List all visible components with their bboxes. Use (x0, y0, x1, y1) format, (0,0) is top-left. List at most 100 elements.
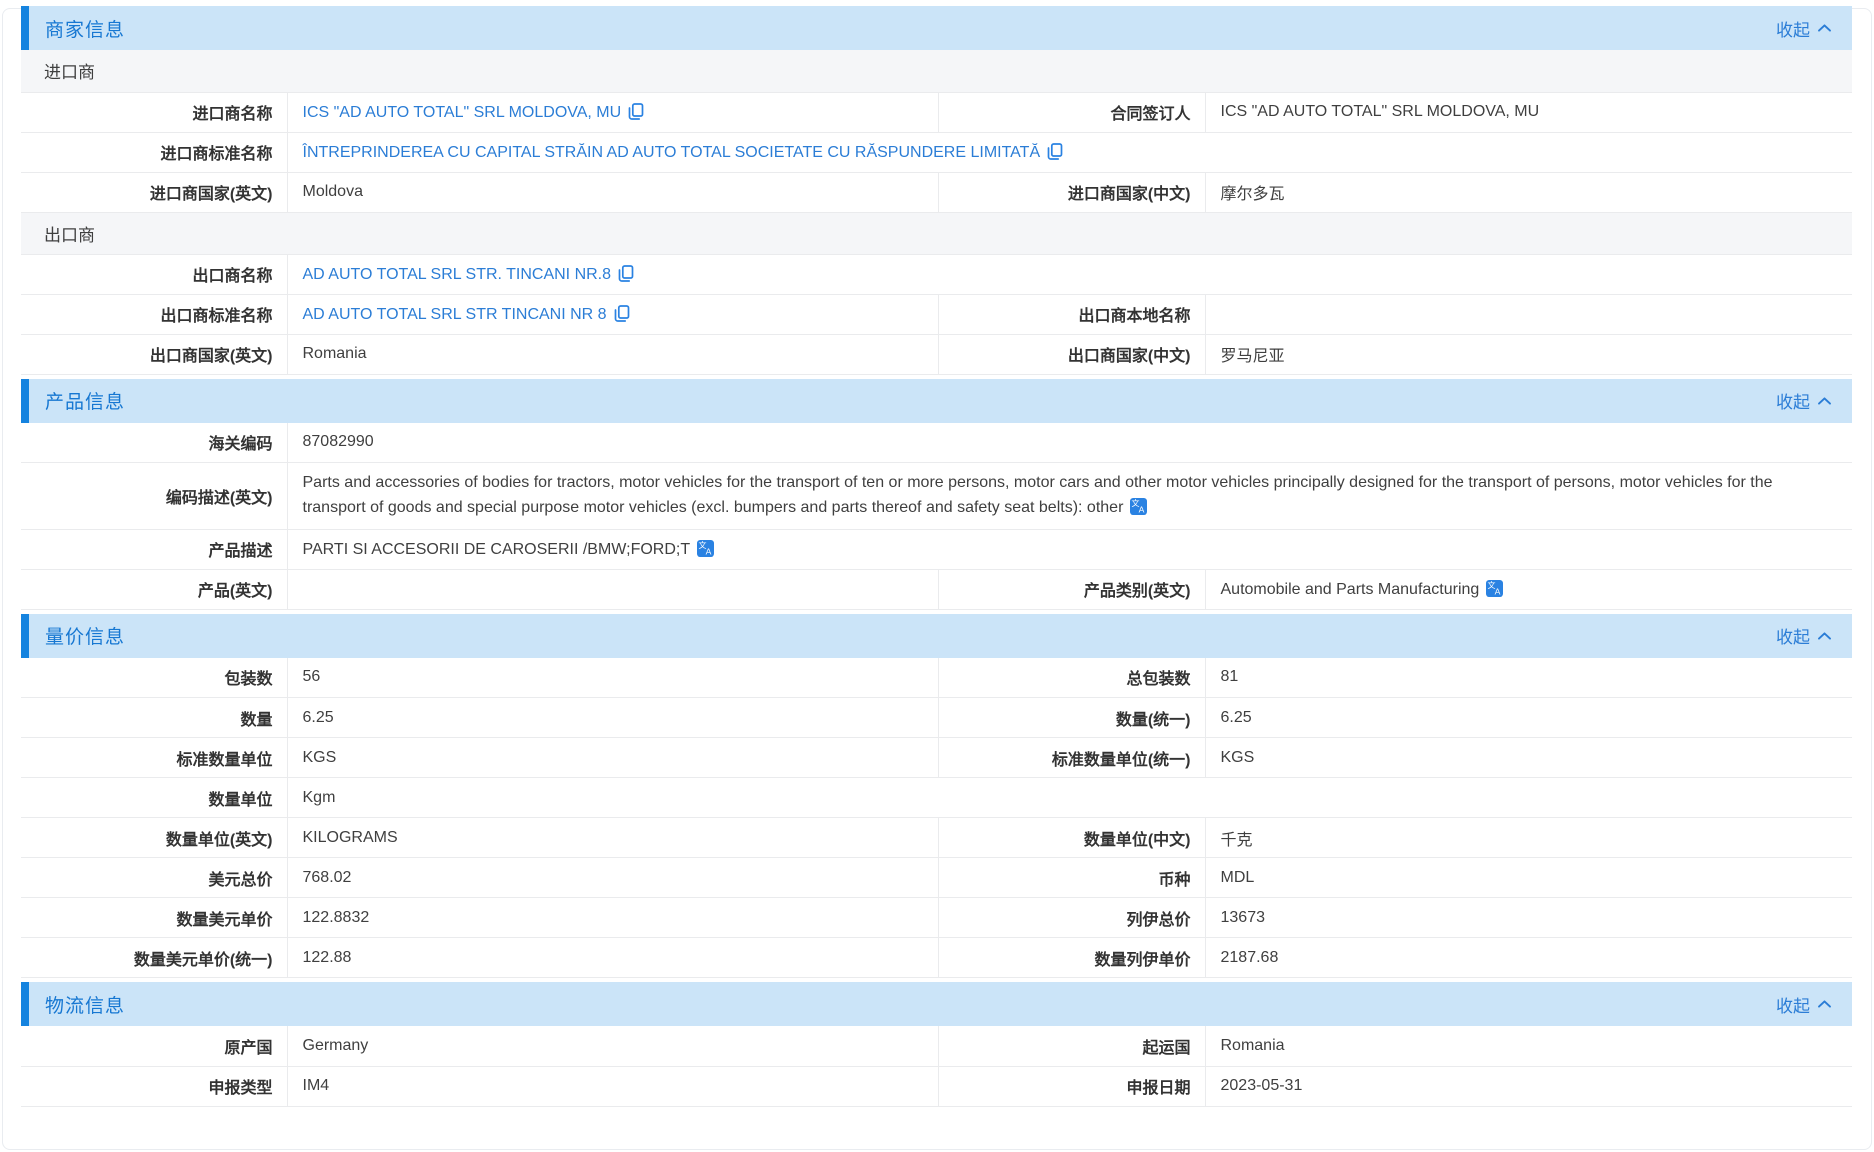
copy-icon[interactable] (628, 103, 644, 120)
field-value-text: 81 (1221, 668, 1239, 685)
copy-icon[interactable] (618, 265, 634, 282)
field-label: 币种 (938, 858, 1205, 898)
translate-icon[interactable]: 文A (1130, 498, 1147, 515)
table-row: 申报类型IM4申报日期2023-05-31 (21, 1066, 1852, 1106)
table-row: 数量6.25数量(统一)6.25 (21, 698, 1852, 738)
table-row: 进口商名称ICS "AD AUTO TOTAL" SRL MOLDOVA, MU… (21, 92, 1852, 132)
field-value-text: KGS (303, 749, 337, 766)
subsection-row: 进口商 (21, 50, 1852, 92)
field-value: 2023-05-31 (1205, 1066, 1852, 1106)
field-value-text: 2187.68 (1221, 949, 1279, 966)
field-label: 产品描述 (21, 529, 287, 569)
section-accent-bar (21, 6, 29, 50)
field-value: Moldova (287, 172, 938, 212)
copy-icon[interactable] (1047, 143, 1063, 160)
field-value: 56 (287, 658, 938, 698)
field-value-link[interactable]: AD AUTO TOTAL SRL STR. TINCANI NR.8 (303, 266, 612, 283)
field-label: 包装数 (21, 658, 287, 698)
collapse-button-merchant-info[interactable]: 收起 (1776, 16, 1832, 41)
svg-text:A: A (706, 546, 712, 556)
translate-icon[interactable]: 文A (697, 540, 714, 557)
field-label: 标准数量单位 (21, 738, 287, 778)
field-value-text: Kgm (303, 789, 336, 806)
field-value-text: Romania (1221, 1037, 1285, 1054)
field-value: Romania (287, 334, 938, 374)
field-label: 数量列伊单价 (938, 938, 1205, 978)
field-value: Germany (287, 1026, 938, 1066)
field-value: ICS "AD AUTO TOTAL" SRL MOLDOVA, MU (1205, 92, 1852, 132)
field-label: 数量美元单价(统一) (21, 938, 287, 978)
field-value-text: PARTI SI ACCESORII DE CAROSERII /BMW;FOR… (303, 541, 691, 558)
field-value-text: Romania (303, 345, 367, 362)
section-accent-bar (21, 614, 29, 658)
sections-root: 商家信息收起进口商进口商名称ICS "AD AUTO TOTAL" SRL MO… (21, 6, 1852, 1107)
field-value: MDL (1205, 858, 1852, 898)
field-value: Kgm (287, 778, 1852, 818)
field-value: Parts and accessories of bodies for trac… (287, 463, 1852, 530)
field-value: 87082990 (287, 423, 1852, 463)
field-value (287, 569, 938, 609)
section-accent-bar (21, 379, 29, 423)
collapse-label: 收起 (1776, 388, 1810, 413)
svg-text:A: A (1139, 504, 1145, 514)
field-label: 进口商国家(中文) (938, 172, 1205, 212)
field-value: PARTI SI ACCESORII DE CAROSERII /BMW;FOR… (287, 529, 1852, 569)
field-value-text: 摩尔多瓦 (1221, 186, 1285, 203)
table-row: 数量单位Kgm (21, 778, 1852, 818)
field-value: KGS (287, 738, 938, 778)
table-row: 原产国Germany起运国Romania (21, 1026, 1852, 1066)
table-row: 数量单位(英文)KILOGRAMS数量单位(中文)千克 (21, 818, 1852, 858)
field-label: 出口商国家(中文) (938, 334, 1205, 374)
collapse-label: 收起 (1776, 623, 1810, 648)
field-value-text: KGS (1221, 749, 1255, 766)
section-accent-bar (21, 982, 29, 1026)
info-table: 原产国Germany起运国Romania申报类型IM4申报日期2023-05-3… (21, 1026, 1852, 1107)
table-row: 数量美元单价(统一)122.88数量列伊单价2187.68 (21, 938, 1852, 978)
field-value: KILOGRAMS (287, 818, 938, 858)
collapse-button-product-info[interactable]: 收起 (1776, 388, 1832, 413)
field-value: 768.02 (287, 858, 938, 898)
info-table: 包装数56总包装数81数量6.25数量(统一)6.25标准数量单位KGS标准数量… (21, 658, 1852, 979)
field-value-text: 56 (303, 668, 321, 685)
field-label: 出口商本地名称 (938, 294, 1205, 334)
field-value-link[interactable]: ÎNTREPRINDEREA CU CAPITAL STRĂIN AD AUTO… (303, 144, 1041, 161)
field-label: 申报类型 (21, 1066, 287, 1106)
field-value: 6.25 (1205, 698, 1852, 738)
translate-icon[interactable]: 文A (1486, 580, 1503, 597)
table-row: 标准数量单位KGS标准数量单位(统一)KGS (21, 738, 1852, 778)
field-value: Romania (1205, 1026, 1852, 1066)
field-label: 数量单位(英文) (21, 818, 287, 858)
field-label: 海关编码 (21, 423, 287, 463)
table-row: 出口商名称AD AUTO TOTAL SRL STR. TINCANI NR.8 (21, 254, 1852, 294)
field-value: 2187.68 (1205, 938, 1852, 978)
field-label: 列伊总价 (938, 898, 1205, 938)
section-header-product-info: 产品信息收起 (21, 379, 1852, 423)
field-value-text: ICS "AD AUTO TOTAL" SRL MOLDOVA, MU (1221, 103, 1540, 120)
field-value-text: 6.25 (1221, 709, 1252, 726)
field-value-text: 6.25 (303, 709, 334, 726)
field-value: 千克 (1205, 818, 1852, 858)
field-value: AD AUTO TOTAL SRL STR TINCANI NR 8 (287, 294, 938, 334)
field-label: 进口商国家(英文) (21, 172, 287, 212)
field-label: 产品类别(英文) (938, 569, 1205, 609)
subsection-row: 出口商 (21, 212, 1852, 254)
collapse-button-logistics-info[interactable]: 收起 (1776, 992, 1832, 1017)
field-value-text: 罗马尼亚 (1221, 348, 1285, 365)
field-value-text: 13673 (1221, 909, 1266, 926)
table-row: 出口商标准名称AD AUTO TOTAL SRL STR TINCANI NR … (21, 294, 1852, 334)
subsection-header: 进口商 (21, 50, 1852, 92)
field-value-text: 87082990 (303, 433, 374, 450)
field-value-text: KILOGRAMS (303, 829, 398, 846)
collapse-button-qty-price-info[interactable]: 收起 (1776, 623, 1832, 648)
chevron-up-icon (1817, 23, 1832, 33)
section-product-info: 产品信息收起海关编码87082990编码描述(英文)Parts and acce… (21, 379, 1852, 610)
field-value-text: 768.02 (303, 869, 352, 886)
field-label: 出口商国家(英文) (21, 334, 287, 374)
field-value-link[interactable]: ICS "AD AUTO TOTAL" SRL MOLDOVA, MU (303, 104, 622, 121)
chevron-up-icon (1817, 999, 1832, 1009)
field-value-link[interactable]: AD AUTO TOTAL SRL STR TINCANI NR 8 (303, 306, 607, 323)
field-value: KGS (1205, 738, 1852, 778)
field-value-text: 122.8832 (303, 909, 370, 926)
field-label: 数量美元单价 (21, 898, 287, 938)
copy-icon[interactable] (614, 305, 630, 322)
